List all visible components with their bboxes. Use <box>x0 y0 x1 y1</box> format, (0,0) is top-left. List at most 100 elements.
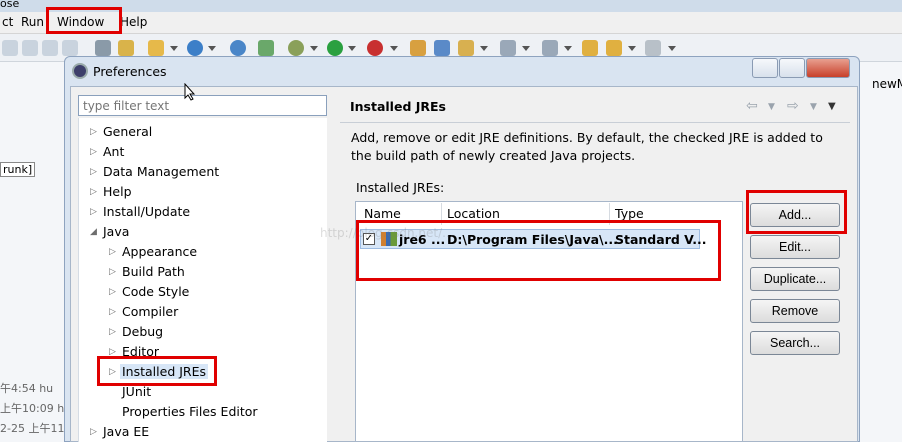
window-title: ose <box>0 0 20 10</box>
history-entry: 上午10:09 h <box>0 402 65 415</box>
toolbar-icon[interactable] <box>42 40 58 56</box>
tree-item[interactable]: Help <box>103 184 132 199</box>
expand-arrow-icon[interactable]: ▷ <box>109 307 116 317</box>
duplicate-button[interactable]: Duplicate... <box>750 267 840 291</box>
forward-icon[interactable] <box>645 40 661 56</box>
expand-arrow-icon[interactable]: ▷ <box>109 367 116 377</box>
menu-help[interactable]: Help <box>120 15 147 29</box>
chevron-down-icon[interactable]: ▼ <box>768 102 775 112</box>
tree-item[interactable]: Editor <box>122 344 159 359</box>
project-label: runk] <box>0 162 36 177</box>
forward-nav-icon[interactable]: ⇨ <box>787 98 799 114</box>
chevron-down-icon[interactable] <box>522 46 530 51</box>
window-title-strip: ose <box>0 0 902 12</box>
editor-tab[interactable]: newM <box>872 77 902 91</box>
back-icon[interactable] <box>606 40 622 56</box>
tree-item[interactable]: Java EE <box>103 424 149 439</box>
menu-window[interactable]: Window <box>57 15 104 29</box>
toolbar-icon[interactable] <box>258 40 274 56</box>
expand-arrow-icon[interactable]: ▷ <box>90 427 97 437</box>
run-icon[interactable] <box>327 40 343 56</box>
watermark: http://blog.csdn.net/... <box>320 226 454 240</box>
column-divider[interactable] <box>609 203 610 225</box>
chevron-down-icon[interactable]: ▼ <box>810 102 817 112</box>
minimize-button[interactable] <box>752 58 778 78</box>
column-header-location[interactable]: Location <box>447 206 500 221</box>
tree-item[interactable]: Ant <box>103 144 124 159</box>
toolbar-icon[interactable] <box>22 40 38 56</box>
toolbar-icon[interactable] <box>434 40 450 56</box>
view-menu-icon[interactable]: ▼ <box>828 101 836 112</box>
history-entry: 午4:54 hu <box>0 382 54 395</box>
toolbar-icon[interactable] <box>118 40 134 56</box>
toolbar-icon[interactable] <box>62 40 78 56</box>
toolbar-icon[interactable] <box>2 40 18 56</box>
jre-table-label: Installed JREs: <box>356 180 445 195</box>
column-divider[interactable] <box>441 203 442 225</box>
expand-arrow-icon[interactable]: ▷ <box>90 207 97 217</box>
tree-item[interactable]: Install/Update <box>103 204 190 219</box>
expand-arrow-icon[interactable]: ▷ <box>109 247 116 257</box>
expand-arrow-icon[interactable]: ▷ <box>90 127 97 137</box>
tree-item[interactable]: Appearance <box>122 244 197 259</box>
collapse-arrow-icon[interactable]: ◢ <box>90 227 97 237</box>
remove-button[interactable]: Remove <box>750 299 840 323</box>
column-header-name[interactable]: Name <box>364 206 401 221</box>
tree-item[interactable]: Code Style <box>122 284 189 299</box>
toolbar-icon[interactable] <box>500 40 516 56</box>
add-button[interactable]: Add... <box>750 203 840 227</box>
chevron-down-icon[interactable] <box>310 46 318 51</box>
dialog-title: Preferences <box>93 64 167 79</box>
chevron-down-icon[interactable] <box>668 46 676 51</box>
tree-item[interactable]: General <box>103 124 152 139</box>
back-icon[interactable] <box>582 40 598 56</box>
menu-run[interactable]: Run <box>21 15 44 29</box>
tree-item[interactable]: JUnit <box>122 384 151 399</box>
page-description: Add, remove or edit JRE definitions. By … <box>351 130 823 163</box>
expand-arrow-icon[interactable]: ▷ <box>109 267 116 277</box>
new-icon[interactable] <box>148 40 164 56</box>
maximize-button[interactable] <box>779 58 805 78</box>
chevron-down-icon[interactable] <box>390 46 398 51</box>
expand-arrow-icon[interactable]: ▷ <box>90 167 97 177</box>
left-view-panel: runk] 午4:54 hu 上午10:09 h 2-25 上午11 <box>0 62 66 442</box>
chevron-down-icon[interactable] <box>208 46 216 51</box>
tree-item[interactable]: Installed JREs <box>120 364 209 379</box>
eclipse-icon <box>72 63 88 79</box>
search-button[interactable]: Search... <box>750 331 840 355</box>
expand-arrow-icon[interactable]: ▷ <box>109 327 116 337</box>
tree-item[interactable]: Data Management <box>103 164 219 179</box>
right-editor-panel: newM <box>858 62 902 442</box>
toolbar-icon[interactable] <box>542 40 558 56</box>
menu-bar: ct Run Window Help <box>0 12 902 34</box>
globe-icon[interactable] <box>230 40 246 56</box>
tree-item[interactable]: Java <box>103 224 129 239</box>
edit-button[interactable]: Edit... <box>750 235 840 259</box>
filter-input[interactable] <box>78 95 327 116</box>
toolbar-icon[interactable] <box>187 40 203 56</box>
expand-arrow-icon[interactable]: ▷ <box>90 187 97 197</box>
expand-arrow-icon[interactable]: ▷ <box>109 347 116 357</box>
chevron-down-icon[interactable] <box>170 46 178 51</box>
close-button[interactable] <box>806 58 850 78</box>
tree-item[interactable]: Compiler <box>122 304 178 319</box>
tree-item[interactable]: Properties Files Editor <box>122 404 258 419</box>
tree-item[interactable]: Build Path <box>122 264 185 279</box>
expand-arrow-icon[interactable]: ▷ <box>90 147 97 157</box>
tree-item[interactable]: Debug <box>122 324 163 339</box>
toolbar-icon[interactable] <box>95 40 111 56</box>
open-folder-icon[interactable] <box>410 40 426 56</box>
chevron-down-icon[interactable] <box>480 46 488 51</box>
mouse-cursor-icon <box>184 83 196 101</box>
expand-arrow-icon[interactable]: ▷ <box>109 287 116 297</box>
chevron-down-icon[interactable] <box>564 46 572 51</box>
back-nav-icon[interactable]: ⇦ <box>746 98 758 114</box>
chevron-down-icon[interactable] <box>628 46 636 51</box>
chevron-down-icon[interactable] <box>348 46 356 51</box>
menu-project[interactable]: ct <box>2 15 13 29</box>
debug-icon[interactable] <box>288 40 304 56</box>
external-tools-icon[interactable] <box>367 40 383 56</box>
column-header-type[interactable]: Type <box>615 206 644 221</box>
page-title: Installed JREs <box>350 99 447 114</box>
toolbar-icon[interactable] <box>458 40 474 56</box>
